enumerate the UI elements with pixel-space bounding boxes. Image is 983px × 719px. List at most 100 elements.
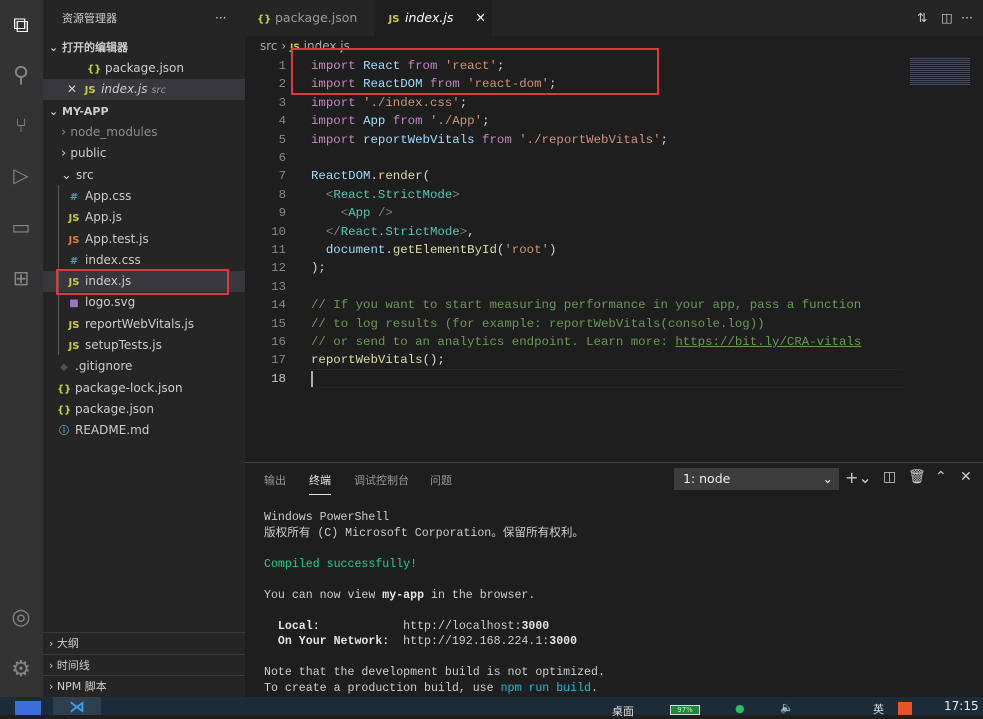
open-changes-icon[interactable]: ⇅ bbox=[905, 0, 927, 36]
terminal-line: To create a production build, use npm ru… bbox=[264, 681, 598, 697]
battery-level: 97% bbox=[677, 706, 693, 714]
jsr-file-icon: JS bbox=[68, 234, 80, 246]
line-number: 18 bbox=[271, 371, 286, 386]
new-terminal-icon[interactable]: +⌄ bbox=[845, 468, 872, 487]
terminal-text: 版权所有 (C) Microsoft Corporation。保留所有权利。 bbox=[264, 526, 585, 540]
line-content: ReactDOM.render( bbox=[311, 167, 430, 185]
remote-explorer-icon[interactable]: ▭ bbox=[6, 212, 36, 242]
tree-item-setuptests-js[interactable]: JS setupTests.js bbox=[43, 335, 245, 356]
chevron-down-icon: ⌄ bbox=[49, 105, 63, 118]
close-icon[interactable]: ✕ bbox=[67, 82, 77, 96]
close-panel-icon[interactable]: ✕ bbox=[960, 469, 972, 485]
open-editor-item[interactable]: {} package.json bbox=[43, 58, 245, 79]
code-token: (); bbox=[422, 353, 445, 368]
highlight-box-imports bbox=[291, 48, 659, 95]
tree-item-logo-svg[interactable]: ■ logo.svg bbox=[43, 292, 245, 313]
start-app-icon[interactable] bbox=[15, 701, 41, 715]
code-token: 'root' bbox=[504, 243, 549, 257]
open-editors-header[interactable]: ⌄ 打开的编辑器 bbox=[43, 37, 245, 58]
panel-tab-2[interactable]: 调试控制台 bbox=[354, 472, 409, 488]
tree-item-app-css[interactable]: # App.css bbox=[43, 186, 245, 207]
line-number: 13 bbox=[271, 279, 286, 294]
maximize-panel-icon[interactable]: ⌃ bbox=[935, 469, 947, 485]
file-name: index.js bbox=[101, 82, 148, 96]
file-name: setupTests.js bbox=[85, 338, 162, 352]
tree-item-package-json[interactable]: {} package.json bbox=[43, 399, 245, 420]
code-token: reportWebVitals bbox=[363, 132, 475, 147]
section-2[interactable]: › NPM 脚本 bbox=[43, 675, 245, 696]
open-editor-item-active[interactable]: ✕ JS index.js src bbox=[43, 79, 245, 100]
section-1[interactable]: › 时间线 bbox=[43, 653, 245, 675]
code-token: render bbox=[377, 169, 423, 184]
trash-icon[interactable]: 🗑 bbox=[908, 469, 926, 485]
code-token: ( bbox=[422, 169, 430, 184]
code-line: 13 bbox=[245, 278, 905, 296]
terminal-line: Note that the development build is not o… bbox=[264, 665, 605, 681]
section-0[interactable]: › 大纲 bbox=[43, 632, 245, 653]
tree-item-package-lock-json[interactable]: {} package-lock.json bbox=[43, 378, 245, 399]
tree-item-src[interactable]: ⌄ src bbox=[43, 165, 245, 186]
tree-item-readme-md[interactable]: ⓘ README.md bbox=[43, 420, 245, 441]
tree-item-node-modules[interactable]: › node_modules bbox=[43, 122, 245, 143]
line-content: import './index.css'; bbox=[311, 94, 467, 112]
wechat-tray-icon[interactable]: ● bbox=[735, 702, 745, 715]
more-actions-button[interactable]: ··· bbox=[215, 8, 235, 29]
line-content: // or send to an analytics endpoint. Lea… bbox=[311, 333, 861, 351]
code-token: document bbox=[325, 243, 386, 257]
tree-item--gitignore[interactable]: ◆ .gitignore bbox=[43, 356, 245, 377]
tree-item-index-css[interactable]: # index.css bbox=[43, 250, 245, 271]
minimap[interactable] bbox=[910, 57, 970, 85]
panel-tab-0[interactable]: 输出 bbox=[264, 472, 286, 488]
breadcrumb-folder[interactable]: src bbox=[260, 39, 278, 53]
code-token: https://bit.ly/CRA-vitals bbox=[675, 335, 862, 349]
code-token: reportWebVitals bbox=[311, 353, 423, 368]
clock[interactable]: 17:15 bbox=[944, 699, 979, 713]
tree-item-reportwebvitals-js[interactable]: JS reportWebVitals.js bbox=[43, 314, 245, 335]
file-name: package.json bbox=[75, 401, 155, 416]
code-editor[interactable]: 1 import React from 'react'; 2 import React… bbox=[245, 57, 983, 457]
explorer-icon[interactable]: ⧉ bbox=[6, 10, 36, 40]
line-content: <React.StrictMode> bbox=[311, 186, 460, 204]
terminal-line: Compiled successfully! bbox=[264, 557, 417, 573]
desktop-toolbar[interactable]: 桌面 bbox=[612, 703, 634, 719]
tab-index-js[interactable]: JS index.js ✕ bbox=[375, 0, 492, 36]
terminal-output[interactable]: Windows PowerShell 版权所有 (C) Microsoft Cor… bbox=[245, 508, 983, 698]
terminal-text: 3000 bbox=[549, 635, 578, 648]
split-terminal-icon[interactable]: ◫ bbox=[883, 469, 896, 485]
project-header[interactable]: ⌄ MY-APP bbox=[43, 101, 245, 122]
extensions-icon[interactable]: ⊞ bbox=[6, 263, 36, 293]
tab-label: package.json bbox=[275, 10, 358, 25]
source-control-icon[interactable]: ⑂ bbox=[6, 110, 36, 140]
settings-gear-icon[interactable]: ⚙ bbox=[6, 654, 36, 684]
tree-item-app-js[interactable]: JS App.js bbox=[43, 207, 245, 228]
code-line: 7 ReactDOM.render( bbox=[245, 167, 905, 185]
line-number: 9 bbox=[278, 206, 286, 221]
tree-item-public[interactable]: › public bbox=[43, 143, 245, 164]
panel-tab-1[interactable]: 终端 bbox=[309, 472, 331, 495]
battery-icon[interactable]: 97% bbox=[670, 705, 700, 715]
vscode-taskbar-icon[interactable]: ⋊ bbox=[53, 697, 101, 716]
run-debug-icon[interactable]: ▷ bbox=[6, 160, 36, 190]
code-token: from bbox=[482, 132, 512, 147]
more-actions-icon[interactable]: ··· bbox=[949, 0, 973, 36]
search-icon[interactable]: ⚲ bbox=[6, 60, 36, 90]
tree-item-app-test-js[interactable]: JS App.test.js bbox=[43, 229, 245, 250]
line-number: 6 bbox=[278, 151, 286, 165]
code-token: ; bbox=[459, 95, 468, 110]
close-tab-icon[interactable]: ✕ bbox=[475, 10, 485, 25]
terminal-select[interactable]: 1: node ⌄ bbox=[674, 468, 839, 490]
volume-icon[interactable]: 🔈 bbox=[780, 701, 794, 714]
tab-package-json[interactable]: {} package.json bbox=[245, 0, 375, 36]
file-name: reportWebVitals.js bbox=[85, 316, 195, 331]
terminal-text: To create a production build, use bbox=[264, 681, 501, 695]
app-tray-icon[interactable] bbox=[898, 702, 912, 715]
current-line-highlight bbox=[310, 369, 903, 388]
account-icon[interactable]: ◎ bbox=[6, 602, 36, 632]
panel-tab-3[interactable]: 问题 bbox=[430, 472, 452, 488]
code-line: 8 <React.StrictMode> bbox=[245, 186, 905, 204]
line-number: 11 bbox=[271, 243, 286, 257]
